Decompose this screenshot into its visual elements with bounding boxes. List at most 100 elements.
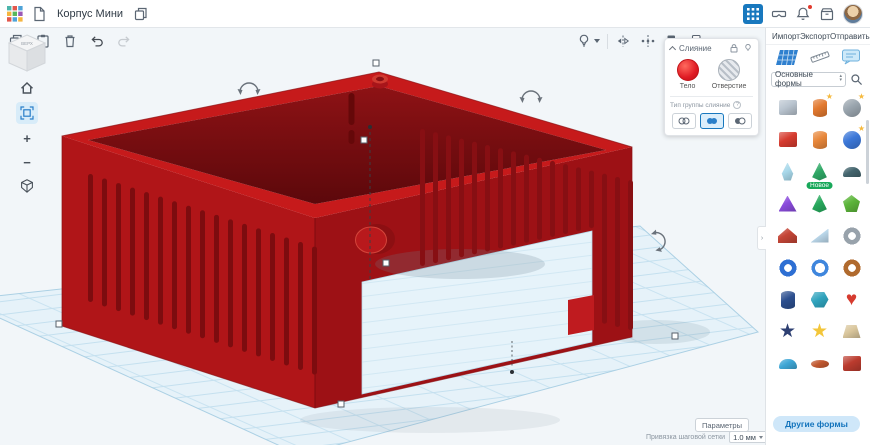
screw-post <box>372 75 388 89</box>
midpoint-dot[interactable] <box>510 370 514 374</box>
shape-tile-box[interactable] <box>837 349 866 378</box>
shape-tile-torus[interactable] <box>773 253 802 282</box>
duplicate-design-icon[interactable] <box>133 6 149 22</box>
shape-tile-box[interactable] <box>773 93 802 122</box>
hole-option[interactable]: Отверстие <box>712 59 747 90</box>
merge-type-multicolor-button[interactable] <box>728 113 752 129</box>
my-designs-icon[interactable] <box>31 6 47 22</box>
delete-button[interactable] <box>60 31 80 51</box>
shape-tile-sphere[interactable]: ★ <box>837 125 866 154</box>
notifications-bell-icon[interactable] <box>795 6 811 22</box>
shape-tile-ring[interactable] <box>837 221 866 250</box>
workplane-tool-icon[interactable] <box>775 49 799 66</box>
collapse-inspector-icon[interactable] <box>669 45 676 52</box>
search-icon[interactable] <box>849 71 865 87</box>
import-button[interactable]: Импорт <box>772 32 800 41</box>
chevron-down-icon <box>594 39 600 43</box>
merge-type-outline-button[interactable] <box>672 113 696 129</box>
shape-category-select[interactable]: Основные формы ▴▾ <box>771 72 846 87</box>
cyl-shape-icon <box>781 291 795 309</box>
lock-icon[interactable] <box>729 43 739 53</box>
sphere-shape-icon <box>843 131 861 149</box>
roof-shape-icon <box>778 228 797 243</box>
shape-tile-para[interactable] <box>773 157 802 186</box>
shape-tile-box[interactable] <box>773 125 802 154</box>
view-cube[interactable]: ВЕРХ <box>5 32 49 74</box>
shape-inspector: Слияние Тело Отверстие Тип группы слияни… <box>664 38 759 136</box>
align-button[interactable] <box>638 31 658 51</box>
select-carets-icon: ▴▾ <box>839 75 842 83</box>
shape-grid: ★★★Новое♥★★ <box>766 91 870 378</box>
shape-tile-cyl[interactable] <box>805 125 834 154</box>
divider <box>607 34 608 49</box>
header: Корпус Мини <box>0 0 870 28</box>
scale-handle <box>361 137 367 143</box>
shape-tile-hex[interactable] <box>805 285 834 314</box>
home-view-button[interactable] <box>16 78 38 98</box>
merge-type-union-button[interactable] <box>700 113 724 129</box>
shape-tile-pyr[interactable] <box>773 189 802 218</box>
notes-tool-icon[interactable] <box>841 48 861 66</box>
shape-tile-hemi[interactable] <box>837 157 866 186</box>
fit-view-button[interactable] <box>16 102 38 124</box>
rotate-handle <box>238 83 261 95</box>
box-shape-icon <box>779 100 797 115</box>
resources-box-icon[interactable] <box>819 6 835 22</box>
send-button[interactable]: Отправить <box>830 32 870 41</box>
undo-button[interactable] <box>87 31 107 51</box>
shape-tile-ico[interactable] <box>837 189 866 218</box>
cone-shape-icon <box>812 163 828 181</box>
shape-tile-trap[interactable] <box>837 317 866 346</box>
solid-option[interactable]: Тело <box>677 59 699 90</box>
shape-tile-heart[interactable]: ♥ <box>837 285 866 314</box>
group-type-label: Тип группы слияние <box>670 102 730 109</box>
scrollbar-thumb[interactable] <box>866 120 869 184</box>
flip-button[interactable] <box>613 31 633 51</box>
scale-handle <box>672 333 678 339</box>
shape-tile-tube[interactable] <box>805 253 834 282</box>
shape-tile-dish[interactable] <box>805 349 834 378</box>
show-all-button[interactable] <box>574 31 602 51</box>
shapes-panel: Импорт Экспорт Отправить Основные формы … <box>765 28 870 445</box>
solid-circle-icon <box>677 59 699 81</box>
shape-tile-star[interactable]: ★ <box>773 317 802 346</box>
shape-tile-cone[interactable]: Новое <box>805 157 834 186</box>
shape-tile-wedge[interactable] <box>805 221 834 250</box>
visibility-bulb-icon[interactable] <box>743 43 753 53</box>
more-shapes-button[interactable]: Другие формы <box>773 416 860 432</box>
zoom-in-button[interactable]: + <box>16 128 38 148</box>
midpoint-dot[interactable] <box>368 125 372 129</box>
category-row: Основные формы ▴▾ <box>766 68 870 91</box>
redo-button-disabled[interactable] <box>114 31 134 51</box>
hex-shape-icon <box>811 292 829 308</box>
perspective-toggle-button[interactable] <box>16 176 38 196</box>
view-navigation: ВЕРХ + − <box>4 32 50 196</box>
solid-label: Тело <box>680 83 696 90</box>
collapse-panel-button[interactable]: › <box>757 226 766 250</box>
shape-tile-roof[interactable] <box>773 221 802 250</box>
user-avatar[interactable] <box>843 4 863 24</box>
export-button[interactable]: Экспорт <box>800 32 830 41</box>
cyl-shape-icon <box>813 131 827 149</box>
heart-shape-icon: ♥ <box>846 290 857 309</box>
shape-tile-cone[interactable] <box>805 189 834 218</box>
ruler-tool-icon[interactable] <box>809 48 831 66</box>
snap-grid-bar: Привязка шаговой сетки 1.0 мм <box>646 431 767 443</box>
scene-tools-row <box>766 45 870 68</box>
apps-grid-button[interactable] <box>743 4 763 24</box>
design-actions-row: Импорт Экспорт Отправить <box>766 28 870 45</box>
ar-glasses-icon[interactable] <box>771 6 787 22</box>
scale-handle <box>56 321 62 327</box>
shape-tile-star[interactable]: ★ <box>805 317 834 346</box>
shape-tile-cyl[interactable]: ★ <box>805 93 834 122</box>
parameters-button[interactable]: Параметры <box>695 418 749 432</box>
zoom-out-button[interactable]: − <box>16 152 38 172</box>
snap-grid-select[interactable]: 1.0 мм <box>729 431 767 443</box>
help-icon[interactable]: ? <box>733 101 741 109</box>
tinkercad-logo-icon[interactable] <box>7 6 23 22</box>
design-title[interactable]: Корпус Мини <box>57 8 123 20</box>
shape-tile-sphere[interactable]: ★ <box>837 93 866 122</box>
shape-tile-torus[interactable] <box>837 253 866 282</box>
shape-tile-hemi[interactable] <box>773 349 802 378</box>
shape-tile-cyl[interactable] <box>773 285 802 314</box>
